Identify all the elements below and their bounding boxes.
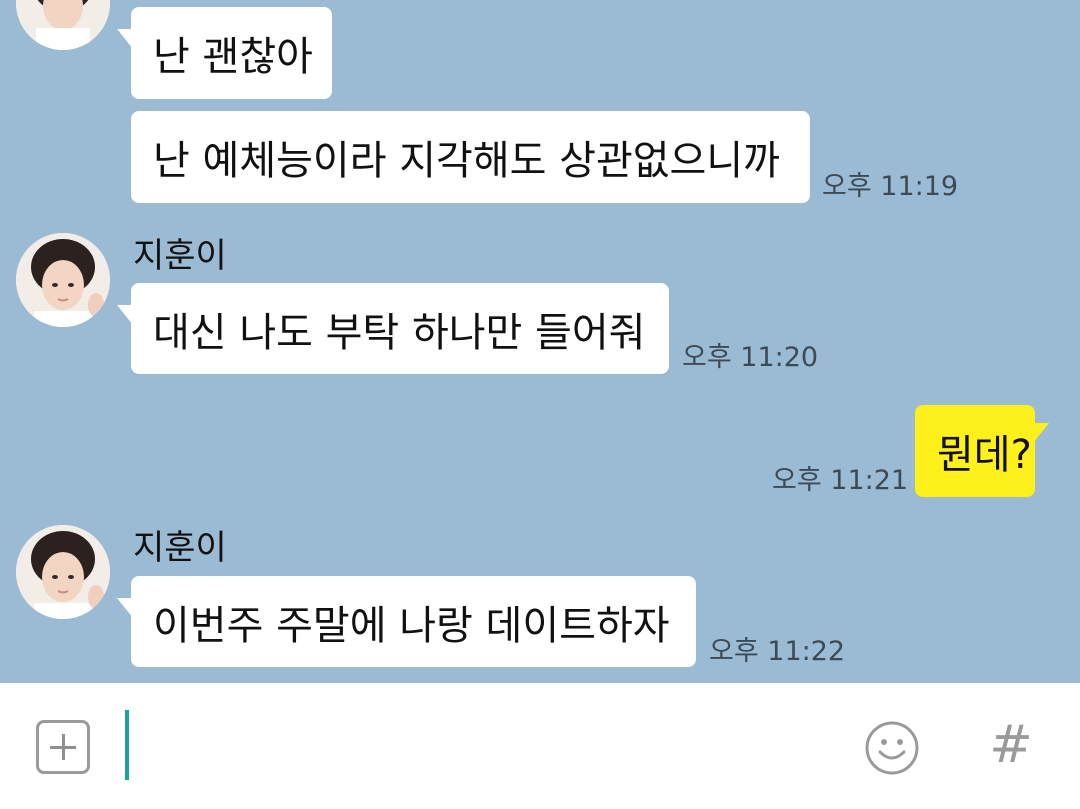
message-text: 대신 나도 부탁 하나만 들어줘 [153,309,646,356]
message-bubble[interactable]: 난 예체능이라 지각해도 상관없으니까 [131,111,810,203]
message-timestamp: 오후 11:20 [682,342,819,373]
message-timestamp: 오후 11:21 [772,465,909,496]
message-bubble[interactable]: 난 괜찮아 [117,7,332,99]
message-timestamp: 오후 11:22 [709,636,846,667]
message-timestamp: 오후 11:19 [822,171,959,202]
hashtag-icon[interactable]: # [986,713,1036,777]
message-text: 난 예체능이라 지각해도 상관없으니까 [153,138,780,184]
avatar[interactable] [16,233,110,327]
profile-photo-icon [16,0,110,50]
avatar[interactable] [16,525,110,619]
profile-photo-icon [16,525,110,619]
profile-photo-icon [16,233,110,327]
message-text: 이번주 주말에 나랑 데이트하자 [153,602,670,649]
message-text: 뭔데? [937,432,1032,478]
text-cursor [125,710,129,780]
chat-screen: 난 괜찮아 난 예체능이라 지각해도 상관없으니까 오후 11:19 지훈이 대… [0,0,1080,809]
message-bubble[interactable]: 이번주 주말에 나랑 데이트하자 [117,576,696,667]
sender-name: 지훈이 [133,236,227,276]
sender-name: 지훈이 [133,528,227,568]
my-message-bubble[interactable]: 뭔데? [915,405,1049,497]
message-input-bar: # [0,683,1080,809]
avatar[interactable] [16,0,110,50]
smiley-icon[interactable] [864,720,920,776]
message-text: 난 괜찮아 [153,34,313,80]
plus-square-icon[interactable] [36,720,90,774]
message-bubble[interactable]: 대신 나도 부탁 하나만 들어줘 [117,283,669,374]
message-input[interactable] [140,703,844,789]
